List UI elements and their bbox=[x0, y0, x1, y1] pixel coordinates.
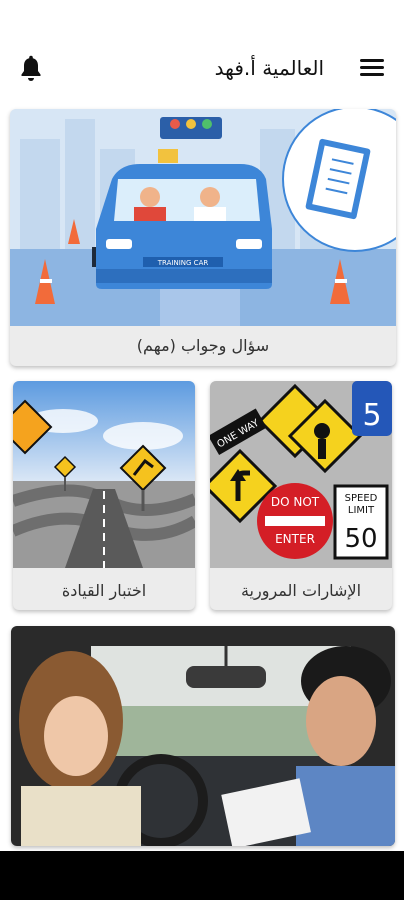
qa-card[interactable]: TRAINING CAR سؤال وجواب (مهم) bbox=[10, 109, 396, 366]
car-plate-text: TRAINING CAR bbox=[157, 259, 209, 267]
traffic-signs-image: ONE WAY 5 DO NOT ENTER SPEED LIMIT 50 bbox=[210, 381, 392, 568]
driving-test-label: اختبار القيادة bbox=[61, 581, 147, 600]
route-number-text: 5 bbox=[362, 398, 381, 433]
speed-text: SPEED bbox=[345, 493, 378, 504]
traffic-signs-label: الإشارات المرورية bbox=[240, 581, 362, 600]
do-not-text: DO NOT bbox=[271, 495, 320, 509]
driving-school-illustration: TRAINING CAR bbox=[10, 109, 396, 326]
system-navigation-bar bbox=[0, 851, 404, 900]
app-header: العالمية أ.فهد bbox=[0, 40, 404, 100]
traffic-signs-card[interactable]: ONE WAY 5 DO NOT ENTER SPEED LIMIT 50 ال… bbox=[210, 381, 392, 610]
enter-text: ENTER bbox=[275, 532, 315, 546]
driving-lesson-card[interactable] bbox=[11, 626, 395, 846]
limit-text: LIMIT bbox=[348, 505, 375, 516]
speed-value-text: 50 bbox=[344, 524, 377, 554]
driving-lesson-photo bbox=[11, 626, 395, 846]
qa-card-label: سؤال وجواب (مهم) bbox=[136, 336, 270, 355]
app-title: العالمية أ.فهد bbox=[214, 56, 324, 80]
hamburger-menu-icon[interactable] bbox=[358, 57, 386, 79]
driving-test-card[interactable]: اختبار القيادة bbox=[13, 381, 195, 610]
winding-road-image bbox=[13, 381, 195, 568]
bell-icon[interactable] bbox=[18, 55, 44, 83]
